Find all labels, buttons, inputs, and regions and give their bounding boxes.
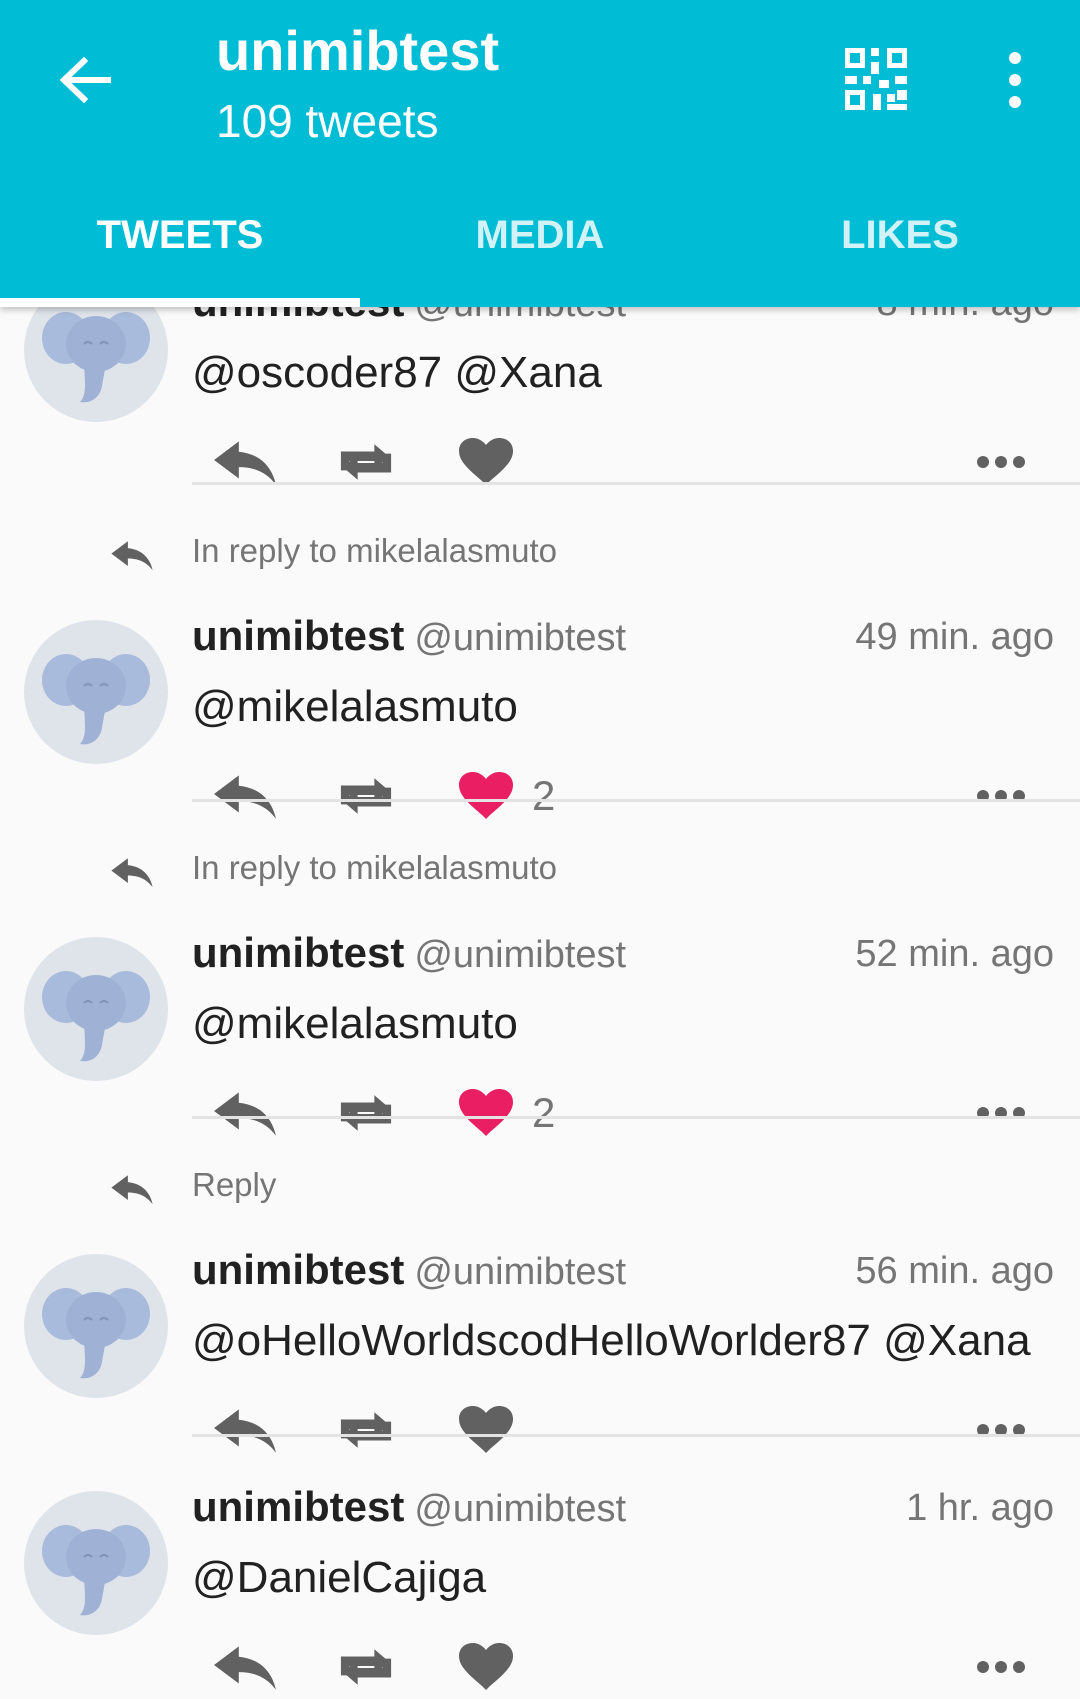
more-options-button[interactable]	[976, 1637, 1026, 1697]
tweet-divider	[192, 799, 1080, 802]
retweet-icon	[332, 439, 400, 485]
overflow-menu-button[interactable]	[995, 50, 1035, 110]
tab-tweets[interactable]: TWEETS	[0, 200, 360, 307]
profile-tabs: TWEETS MEDIA LIKES	[0, 200, 1080, 307]
heart-icon	[458, 1642, 514, 1692]
app-bar: unimibtest 109 tweets TWEETS MEDIA LIKES	[0, 0, 1080, 307]
retweet-icon	[332, 773, 400, 819]
author-name: unimibtest	[192, 929, 405, 976]
tweet-divider	[192, 482, 1080, 485]
heart-icon	[458, 437, 514, 487]
retweet-icon	[332, 1644, 400, 1690]
qr-code-button[interactable]	[843, 46, 909, 112]
tweet-divider	[192, 1116, 1080, 1119]
reply-button[interactable]	[212, 1637, 278, 1697]
retweet-icon	[332, 1407, 400, 1453]
tab-indicator	[0, 298, 360, 307]
author-handle: @unimibtest	[414, 617, 627, 659]
retweet-button[interactable]	[332, 1083, 400, 1143]
tweet-divider	[192, 1434, 1080, 1437]
avatar[interactable]	[24, 937, 168, 1081]
tweet-text: @mikelalasmuto	[192, 999, 518, 1048]
reply-context: In reply to mikelalasmuto	[192, 532, 557, 569]
reply-icon	[212, 437, 278, 487]
reply-context-icon	[110, 538, 154, 572]
elephant-avatar-icon	[24, 1491, 168, 1635]
retweet-button[interactable]	[332, 766, 400, 826]
like-button[interactable]: 2	[458, 766, 555, 826]
like-count: 2	[532, 1089, 556, 1136]
author-name: unimibtest	[192, 612, 405, 659]
tweet-count: 109 tweets	[216, 95, 439, 147]
tweet-author[interactable]: unimibtest@unimibtest	[192, 612, 626, 660]
more-options-button[interactable]	[976, 1400, 1026, 1460]
reply-icon	[212, 1642, 278, 1692]
tab-media[interactable]: MEDIA	[360, 200, 720, 307]
elephant-avatar-icon	[24, 1254, 168, 1398]
reply-icon	[212, 1405, 278, 1455]
more-horiz-icon	[976, 455, 1026, 469]
like-button[interactable]	[458, 1637, 514, 1697]
like-button[interactable]: 2	[458, 1083, 555, 1143]
tweet-text: @oHelloWorldscodHelloWorlder87 @Xana	[192, 1316, 1031, 1365]
reply-button[interactable]	[212, 1083, 278, 1143]
reply-icon	[212, 1088, 278, 1138]
like-button[interactable]	[458, 1400, 514, 1460]
avatar[interactable]	[24, 1254, 168, 1398]
tweet-text: @mikelalasmuto	[192, 682, 518, 731]
elephant-avatar-icon	[24, 937, 168, 1081]
profile-title: unimibtest	[216, 19, 500, 82]
tweet-time: 52 min. ago	[855, 933, 1054, 975]
reply-button[interactable]	[212, 766, 278, 826]
more-vert-icon	[1009, 52, 1021, 108]
qr-code-icon	[845, 48, 907, 110]
reply-context-icon	[110, 1172, 154, 1206]
reply-context-icon	[110, 855, 154, 889]
retweet-button[interactable]	[332, 1637, 400, 1697]
tab-likes[interactable]: LIKES	[720, 200, 1080, 307]
tweet-time: 1 hr. ago	[906, 1487, 1054, 1529]
tweet-author[interactable]: unimibtest@unimibtest	[192, 929, 626, 977]
back-button[interactable]	[50, 45, 120, 115]
elephant-avatar-icon	[24, 620, 168, 764]
retweet-icon	[332, 1090, 400, 1136]
reply-button[interactable]	[212, 1400, 278, 1460]
heart-icon	[458, 1405, 514, 1455]
tweet-time: 56 min. ago	[855, 1250, 1054, 1292]
author-handle: @unimibtest	[414, 934, 627, 976]
heart-icon	[458, 771, 514, 821]
tweet-time: 49 min. ago	[855, 616, 1054, 658]
heart-icon	[458, 1088, 514, 1138]
reply-context: In reply to mikelalasmuto	[192, 849, 557, 886]
author-handle: @unimibtest	[414, 1251, 627, 1293]
reply-context: Reply	[192, 1166, 277, 1203]
like-count: 2	[532, 772, 556, 819]
tweet-author[interactable]: unimibtest@unimibtest	[192, 1483, 626, 1531]
arrow-back-icon	[59, 56, 111, 104]
author-name: unimibtest	[192, 1483, 405, 1530]
avatar[interactable]	[24, 1491, 168, 1635]
author-handle: @unimibtest	[414, 1488, 627, 1530]
tweet-text: @oscoder87 @Xana	[192, 348, 602, 397]
tweet-author[interactable]: unimibtest@unimibtest	[192, 1246, 626, 1294]
tweet-text: @DanielCajiga	[192, 1553, 487, 1602]
reply-icon	[212, 771, 278, 821]
avatar[interactable]	[24, 620, 168, 764]
more-horiz-icon	[976, 1660, 1026, 1674]
more-options-button[interactable]	[976, 1083, 1026, 1143]
more-options-button[interactable]	[976, 766, 1026, 826]
retweet-button[interactable]	[332, 1400, 400, 1460]
author-name: unimibtest	[192, 1246, 405, 1293]
